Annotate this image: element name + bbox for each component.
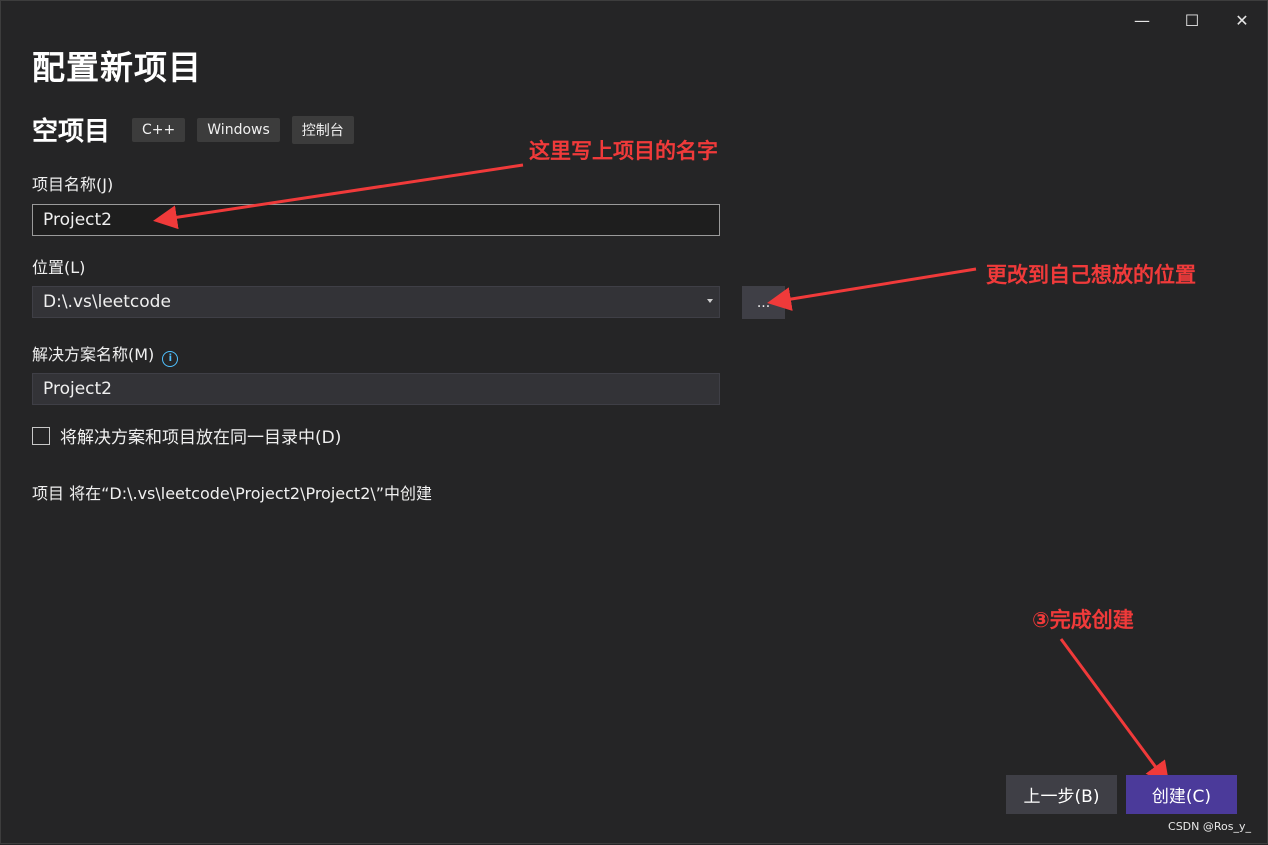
annotation-location-hint: 更改到自己想放的位置 <box>986 263 1196 287</box>
close-button[interactable]: ✕ <box>1217 1 1267 39</box>
arrow-to-create-button <box>1059 638 1170 786</box>
tag-windows: Windows <box>197 117 280 142</box>
project-name-label: 项目名称(J) <box>32 175 114 194</box>
close-icon: ✕ <box>1235 10 1249 30</box>
info-icon[interactable]: i <box>162 350 179 367</box>
tag-cpp: C++ <box>132 117 186 142</box>
tag-console: 控制台 <box>291 115 354 144</box>
browse-button[interactable]: ... <box>742 286 785 319</box>
same-directory-checkbox[interactable] <box>32 426 50 445</box>
maximize-button[interactable]: ☐ <box>1167 1 1217 39</box>
same-directory-option[interactable]: 将解决方案和项目放在同一目录中(D) <box>32 423 341 448</box>
watermark: CSDN @Ros_y_ <box>1168 820 1251 833</box>
template-header: 空项目 C++ Windows 控制台 <box>32 111 366 148</box>
creation-path-note: 项目 将在“D:\.vs\leetcode\Project2\Project2\… <box>32 484 433 503</box>
solution-name-input[interactable]: Project2 <box>32 373 720 405</box>
project-name-value: Project2 <box>43 210 112 230</box>
template-name: 空项目 <box>32 117 111 147</box>
chevron-down-icon[interactable] <box>707 299 713 303</box>
arrow-to-browse-button <box>767 267 977 311</box>
project-name-input[interactable]: Project2 <box>32 204 720 236</box>
solution-name-value: Project2 <box>43 379 112 399</box>
browse-label: ... <box>756 294 771 311</box>
location-combobox[interactable]: D:\.vs\leetcode <box>32 286 720 318</box>
location-value: D:\.vs\leetcode <box>43 292 171 312</box>
dialog-window: — ☐ ✕ 配置新项目 空项目 C++ Windows 控制台 项目名称(J) … <box>0 0 1268 844</box>
solution-name-label-row: 解决方案名称(M) i <box>32 341 179 367</box>
create-button-label: 创建(C) <box>1151 787 1212 807</box>
same-directory-label: 将解决方案和项目放在同一目录中(D) <box>60 428 342 448</box>
minimize-icon: — <box>1134 10 1150 30</box>
back-button-label: 上一步(B) <box>1023 787 1100 807</box>
create-button[interactable]: 创建(C) <box>1126 775 1237 814</box>
annotation-name-hint: 这里写上项目的名字 <box>529 139 718 163</box>
window-controls: — ☐ ✕ <box>1117 1 1267 39</box>
solution-name-label: 解决方案名称(M) <box>32 345 155 364</box>
back-button[interactable]: 上一步(B) <box>1006 775 1117 814</box>
minimize-button[interactable]: — <box>1117 1 1167 39</box>
page-title: 配置新项目 <box>32 48 202 87</box>
location-label: 位置(L) <box>32 258 86 277</box>
annotation-create-hint: ③完成创建 <box>1032 608 1134 632</box>
maximize-icon: ☐ <box>1184 10 1200 30</box>
